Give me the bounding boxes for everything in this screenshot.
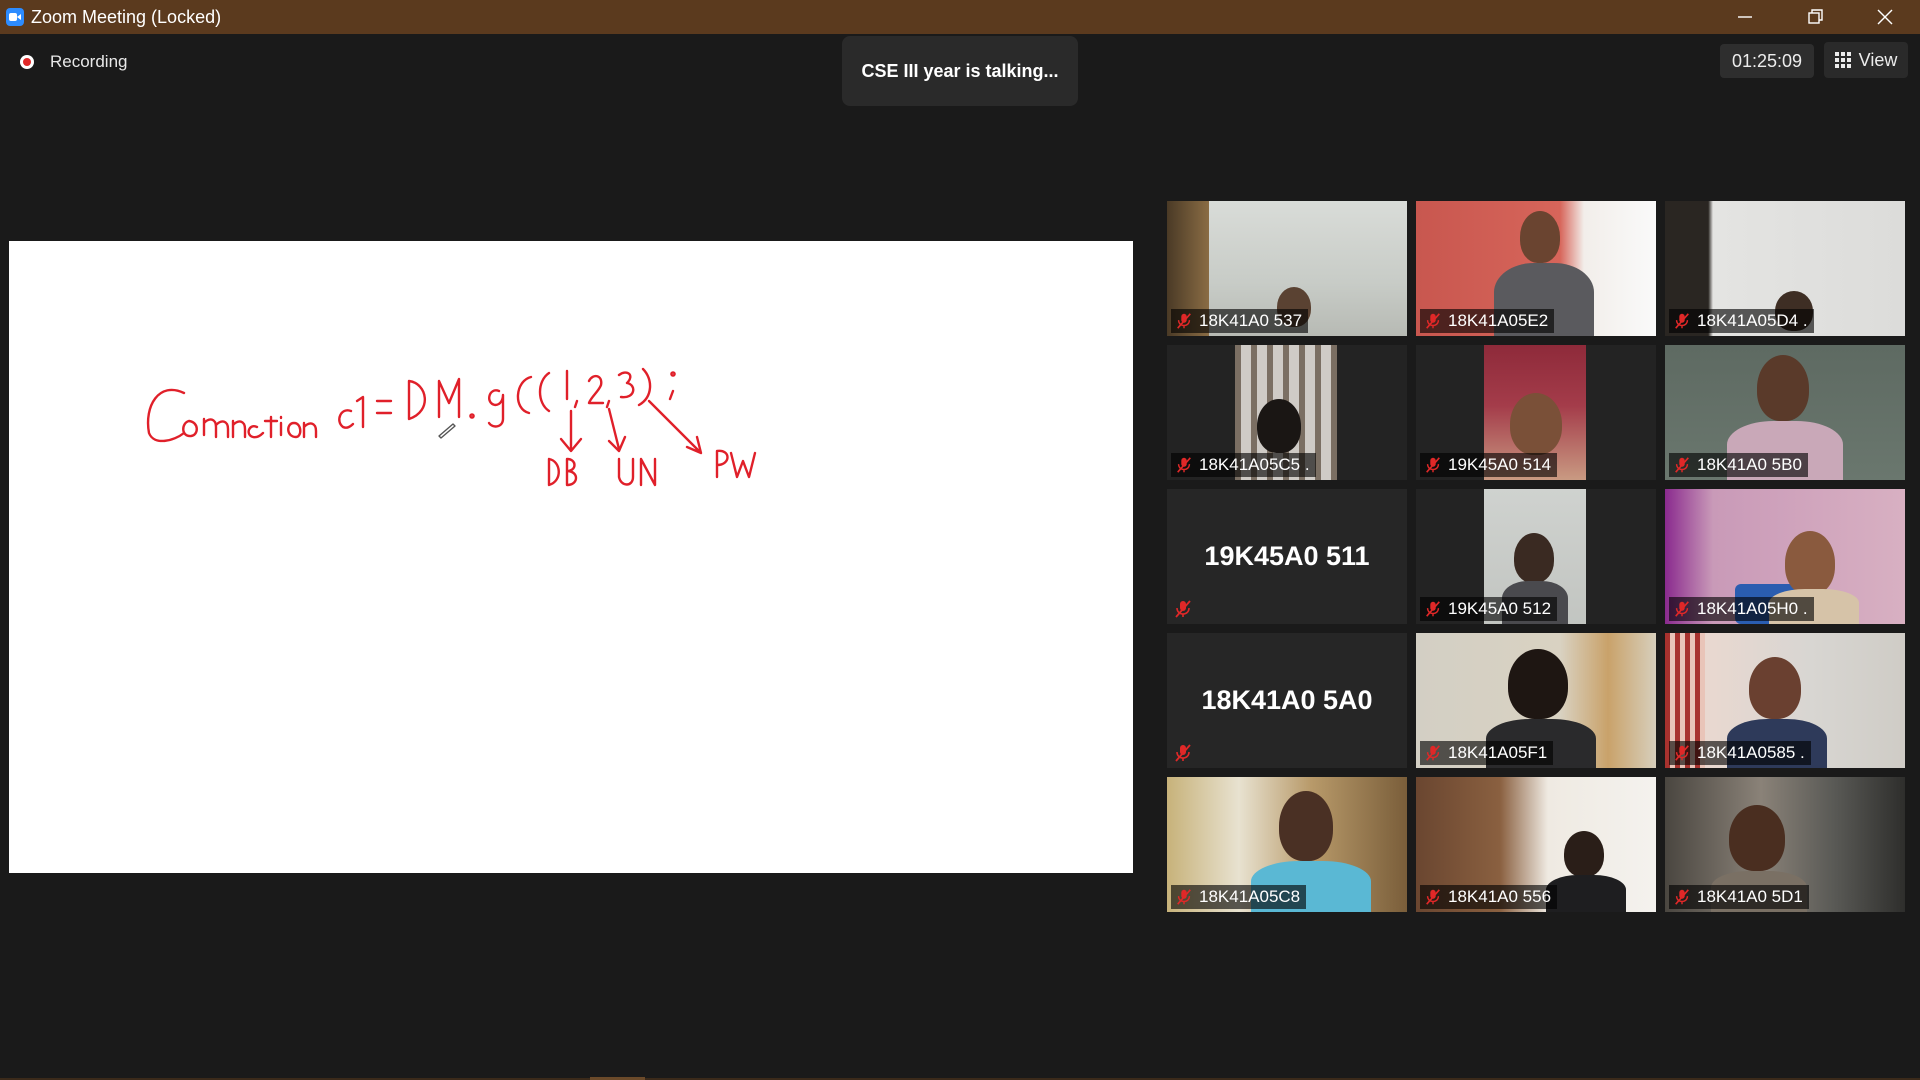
participant-name-label: 18K41A0 5D1: [1669, 885, 1809, 909]
participant-tile[interactable]: 19K45A0 514: [1416, 345, 1656, 480]
participant-name: 18K41A05H0 .: [1697, 599, 1808, 618]
participant-name-label: 18K41A05H0 .: [1669, 597, 1814, 621]
participant-tile[interactable]: 18K41A05C5 .: [1167, 345, 1407, 480]
participant-tile[interactable]: 18K41A0 5A0: [1167, 633, 1407, 768]
participant-name: 19K45A0 514: [1448, 455, 1552, 474]
window-controls: [1710, 0, 1920, 34]
participant-name-label: 18K41A0 537: [1171, 309, 1309, 333]
participant-tile[interactable]: 19K45A0 511: [1167, 489, 1407, 624]
participant-tile[interactable]: 18K41A05H0 .: [1665, 489, 1905, 624]
muted-mic-icon: [1177, 313, 1191, 329]
meeting-timer: 01:25:09: [1720, 44, 1814, 78]
muted-mic-icon: [1426, 745, 1440, 761]
meeting-timer-text: 01:25:09: [1731, 50, 1803, 71]
participant-tile[interactable]: 18K41A05E2: [1416, 201, 1656, 336]
muted-mic-icon: [1675, 745, 1689, 761]
participant-name: 18K41A0 537: [1199, 311, 1303, 330]
muted-mic-icon: [1426, 457, 1440, 473]
shared-whiteboard[interactable]: [9, 241, 1133, 873]
participant-name-placeholder: 18K41A0 5A0: [1201, 685, 1373, 715]
restore-button[interactable]: [1780, 0, 1850, 34]
participant-name: 18K41A0585 .: [1697, 743, 1805, 762]
participant-tile[interactable]: 18K41A0 556: [1416, 777, 1656, 912]
participant-name: 18K41A05C8: [1199, 887, 1301, 906]
muted-mic-icon: [1675, 313, 1689, 329]
participant-tile[interactable]: 18K41A0 5B0: [1665, 345, 1905, 480]
close-icon: [1877, 9, 1893, 25]
participant-name: 18K41A05E2: [1448, 311, 1549, 330]
participant-name-placeholder: 19K45A0 511: [1204, 541, 1370, 571]
participant-name: 18K41A05F1: [1448, 743, 1548, 762]
active-speaker-banner: CSE III year is talking...: [842, 36, 1078, 106]
restore-icon: [1808, 9, 1823, 24]
recording-label: Recording: [50, 52, 128, 71]
muted-mic-icon: [1675, 457, 1689, 473]
participant-name: 18K41A05C5 .: [1199, 455, 1310, 474]
participant-name: 18K41A0 556: [1448, 887, 1552, 906]
active-speaker-text: CSE III year is talking...: [861, 60, 1059, 81]
muted-mic-icon: [1175, 744, 1191, 762]
participant-name-label: 18K41A0585 .: [1669, 741, 1811, 765]
participant-name-label: 19K45A0 512: [1420, 597, 1558, 621]
gallery-grid-icon: [1834, 52, 1851, 68]
muted-mic-icon: [1675, 601, 1689, 617]
participant-name-label: 18K41A0 556: [1420, 885, 1558, 909]
participant-name: 19K45A0 512: [1448, 599, 1552, 618]
muted-mic-icon: [1175, 600, 1191, 618]
whiteboard-handwriting: [146, 367, 757, 487]
view-label: View: [1858, 49, 1898, 70]
minimize-button[interactable]: [1710, 0, 1780, 34]
muted-mic-icon: [1426, 313, 1440, 329]
participant-name: 18K41A0 5D1: [1697, 887, 1803, 906]
participant-tile[interactable]: 19K45A0 512: [1416, 489, 1656, 624]
participant-tile[interactable]: 18K41A0585 .: [1665, 633, 1905, 768]
participant-name: 18K41A0 5B0: [1697, 455, 1802, 474]
participant-name-label: 18K41A05C8: [1171, 885, 1307, 909]
participant-tile[interactable]: 18K41A0 5D1: [1665, 777, 1905, 912]
participant-name-label: 18K41A05D4 .: [1669, 309, 1814, 333]
close-button[interactable]: [1850, 0, 1920, 34]
muted-mic-icon: [1177, 889, 1191, 905]
participant-name-label: 18K41A05C5 .: [1171, 453, 1316, 477]
muted-mic-icon: [1675, 889, 1689, 905]
minimize-icon: [1738, 16, 1752, 18]
zoom-app-icon: [6, 8, 24, 26]
title-bar: Zoom Meeting (Locked): [0, 0, 1920, 34]
view-button[interactable]: View: [1824, 42, 1908, 78]
participant-tile[interactable]: 18K41A0 537: [1167, 201, 1407, 336]
participant-name-label: 18K41A05E2: [1420, 309, 1555, 333]
participant-tile[interactable]: 18K41A05F1: [1416, 633, 1656, 768]
window-title: Zoom Meeting (Locked): [31, 6, 222, 27]
participant-tile[interactable]: 18K41A05C8: [1167, 777, 1407, 912]
participant-name-label: 18K41A05F1: [1420, 741, 1554, 765]
participant-name: 18K41A05D4 .: [1697, 311, 1808, 330]
recording-dot-icon: [20, 55, 34, 69]
muted-mic-icon: [1426, 601, 1440, 617]
participant-tile[interactable]: 18K41A05D4 .: [1665, 201, 1905, 336]
participant-name-label: 19K45A0 514: [1420, 453, 1558, 477]
muted-mic-icon: [1177, 457, 1191, 473]
participant-name-label: 18K41A0 5B0: [1669, 453, 1808, 477]
recording-indicator[interactable]: Recording: [20, 52, 128, 72]
muted-mic-icon: [1426, 889, 1440, 905]
